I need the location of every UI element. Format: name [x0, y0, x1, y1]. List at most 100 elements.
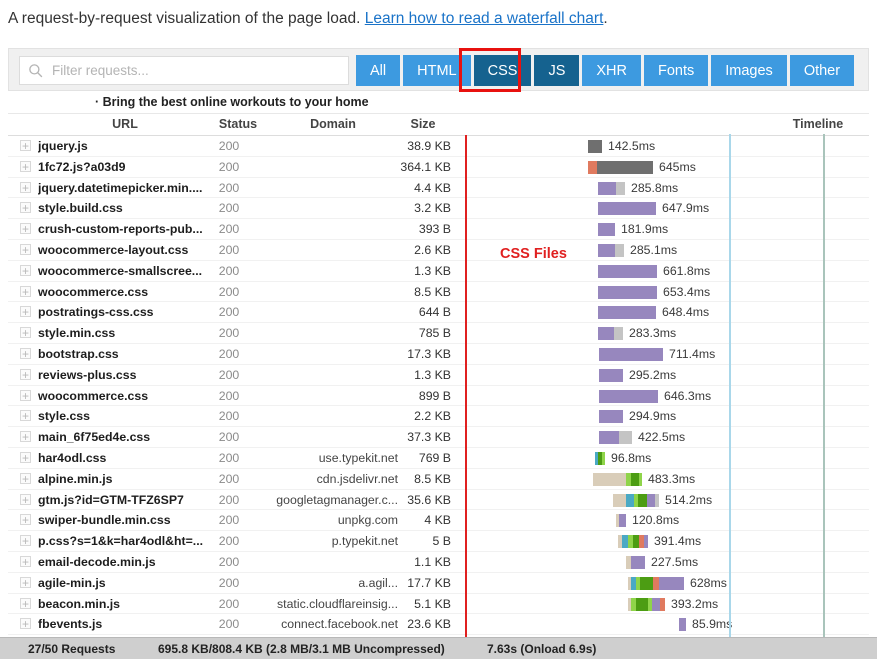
table-row[interactable]: +1fc72.js?a03d9 200 364.1 KB 645ms: [8, 157, 869, 178]
waterfall-segment: [652, 597, 660, 611]
table-row[interactable]: + p.css?s=1&k=har4odl&ht=... 200 p.typekit.…: [8, 531, 869, 552]
waterfall-help-link[interactable]: Learn how to read a waterfall chart: [365, 10, 604, 27]
waterfall-segment: [598, 181, 616, 195]
waterfall-duration-label: 96.8ms: [611, 450, 652, 465]
waterfall-segment: [631, 555, 645, 569]
expand-row-icon[interactable]: +: [20, 493, 31, 505]
expand-row-icon[interactable]: +: [20, 410, 31, 422]
waterfall-duration-label: 711.4ms: [669, 346, 716, 361]
table-row[interactable]: + woocommerce.css 200 899 B 646.3ms: [8, 386, 869, 407]
table-row[interactable]: + beacon.min.js 200 static.cloudflareinsig.…: [8, 594, 869, 615]
table-row[interactable]: + swiper-bundle.min.css 200 unpkg.com 4 KB 12…: [8, 510, 869, 532]
table-row[interactable]: + fbevents.js 200 connect.facebook.net 23.6 …: [8, 614, 869, 636]
expand-row-icon[interactable]: +: [20, 243, 31, 255]
table-row[interactable]: + bootstrap.css 200 17.3 KB 711.4ms: [8, 344, 869, 365]
expand-row-icon[interactable]: +: [20, 555, 31, 567]
waterfall-cell: 285.8ms: [463, 178, 869, 199]
expand-row-icon[interactable]: +: [20, 264, 31, 276]
filter-button-html[interactable]: HTML: [403, 55, 471, 86]
waterfall-duration-label: 227.5ms: [651, 554, 699, 569]
filter-button-images[interactable]: Images: [711, 55, 787, 86]
waterfall-segment: [639, 472, 642, 486]
table-row[interactable]: + jquery.datetimepicker.min.... 200 4.4 KB 2…: [8, 178, 869, 199]
cell-size: 1.3 KB: [414, 263, 451, 278]
table-row[interactable]: + woocommerce-smallscree... 200 1.3 KB 661.8…: [8, 261, 869, 282]
waterfall-cell: 142.5ms: [463, 136, 869, 157]
status-requests: 27/50 Requests: [28, 642, 116, 656]
table-row[interactable]: + style.css 200 2.2 KB 294.9ms: [8, 406, 869, 428]
filter-button-fonts[interactable]: Fonts: [643, 55, 709, 86]
table-row[interactable]: + postratings-css.css 200 644 B 648.4ms: [8, 302, 869, 324]
cell-status: 200: [218, 367, 240, 382]
waterfall-segment: [597, 160, 653, 174]
waterfall-duration-label: 391.4ms: [654, 534, 702, 549]
expand-row-icon[interactable]: +: [20, 472, 31, 484]
expand-row-icon[interactable]: +: [20, 202, 31, 214]
column-header-size[interactable]: Size: [393, 117, 453, 131]
search-input[interactable]: [50, 62, 330, 79]
waterfall-segment: [613, 493, 626, 507]
cell-size: 37.3 KB: [407, 430, 451, 445]
table-row[interactable]: + main_6f75ed4e.css 200 37.3 KB 422.5ms: [8, 427, 869, 448]
column-header-domain[interactable]: Domain: [293, 117, 373, 131]
expand-row-icon[interactable]: +: [20, 389, 31, 401]
waterfall-duration-label: 648.4ms: [662, 305, 710, 320]
filter-button-xhr[interactable]: XHR: [582, 55, 641, 86]
table-row[interactable]: + crush-custom-reports-pub... 200 393 B 181.…: [8, 219, 869, 240]
filter-button-all[interactable]: All: [356, 55, 401, 86]
expand-row-icon[interactable]: +: [20, 160, 31, 172]
table-row[interactable]: + gtm.js?id=GTM-TFZ6SP7 200 googletagmanage…: [8, 490, 869, 511]
table-row[interactable]: + reviews-plus.css 200 1.3 KB 295.2ms: [8, 365, 869, 386]
search-box[interactable]: [19, 56, 349, 85]
expand-row-icon[interactable]: +: [20, 514, 31, 526]
table-row[interactable]: + agile-min.js 200 a.agil... 17.7 KB 628ms: [8, 573, 869, 594]
expand-row-icon[interactable]: +: [20, 306, 31, 318]
expand-row-icon[interactable]: +: [20, 535, 31, 547]
expand-row-icon[interactable]: +: [20, 140, 31, 151]
column-header-url[interactable]: URL: [90, 117, 160, 131]
expand-row-icon[interactable]: +: [20, 181, 31, 193]
filter-button-js[interactable]: JS: [534, 55, 580, 86]
cell-size: 8.5 KB: [414, 284, 451, 299]
expand-row-icon[interactable]: +: [20, 285, 31, 297]
waterfall-segment: [598, 285, 657, 299]
expand-row-icon[interactable]: +: [20, 368, 31, 380]
column-header-status[interactable]: Status: [208, 117, 268, 131]
cell-url: 1fc72.js?a03d9: [38, 159, 126, 174]
waterfall-segment: [598, 264, 657, 278]
table-row[interactable]: + woocommerce-layout.css 200 2.6 KB 285.1ms: [8, 240, 869, 261]
waterfall-duration-label: 645ms: [659, 159, 696, 174]
cell-size: 393 B: [418, 222, 451, 237]
expand-row-icon[interactable]: +: [20, 451, 31, 463]
table-row[interactable]: + jquery.js 200 38.9 KB 142.5ms: [8, 136, 869, 157]
filter-button-css[interactable]: CSS: [473, 55, 532, 86]
table-row[interactable]: + har4odl.css 200 use.typekit.net 769 B 96.8m…: [8, 448, 869, 469]
table-row[interactable]: + email-decode.min.js 200 1.1 KB 227.5ms: [8, 552, 869, 573]
waterfall-segment: [588, 140, 602, 153]
cell-url: main_6f75ed4e.css: [38, 430, 151, 445]
cell-url: style.min.css: [38, 326, 116, 341]
column-header-timeline[interactable]: Timeline: [783, 117, 853, 131]
expand-row-icon[interactable]: +: [20, 223, 31, 235]
waterfall-segment: [599, 368, 623, 382]
cell-status: 200: [218, 263, 240, 278]
cell-url: jquery.datetimepicker.min....: [38, 180, 203, 195]
table-row[interactable]: + woocommerce.css 200 8.5 KB 653.4ms: [8, 282, 869, 303]
page-caption: · Bring the best online workouts to your…: [95, 95, 369, 109]
waterfall-duration-label: 181.9ms: [621, 222, 669, 237]
table-row[interactable]: + alpine.min.js 200 cdn.jsdelivr.net 8.5 KB 4…: [8, 469, 869, 490]
table-row[interactable]: + style.build.css 200 3.2 KB 647.9ms: [8, 198, 869, 220]
cell-status: 200: [218, 471, 240, 486]
filter-button-group: All HTML CSS JS XHR Fonts Images Other: [356, 55, 855, 86]
expand-row-icon[interactable]: +: [20, 576, 31, 588]
filter-button-other[interactable]: Other: [789, 55, 855, 86]
cell-url: bootstrap.css: [38, 346, 119, 361]
cell-status: 200: [218, 430, 240, 445]
expand-row-icon[interactable]: +: [20, 618, 31, 630]
expand-row-icon[interactable]: +: [20, 347, 31, 359]
waterfall-segment: [640, 576, 653, 590]
expand-row-icon[interactable]: +: [20, 431, 31, 443]
table-row[interactable]: + style.min.css 200 785 B 283.3ms: [8, 323, 869, 344]
expand-row-icon[interactable]: +: [20, 597, 31, 609]
expand-row-icon[interactable]: +: [20, 327, 31, 339]
